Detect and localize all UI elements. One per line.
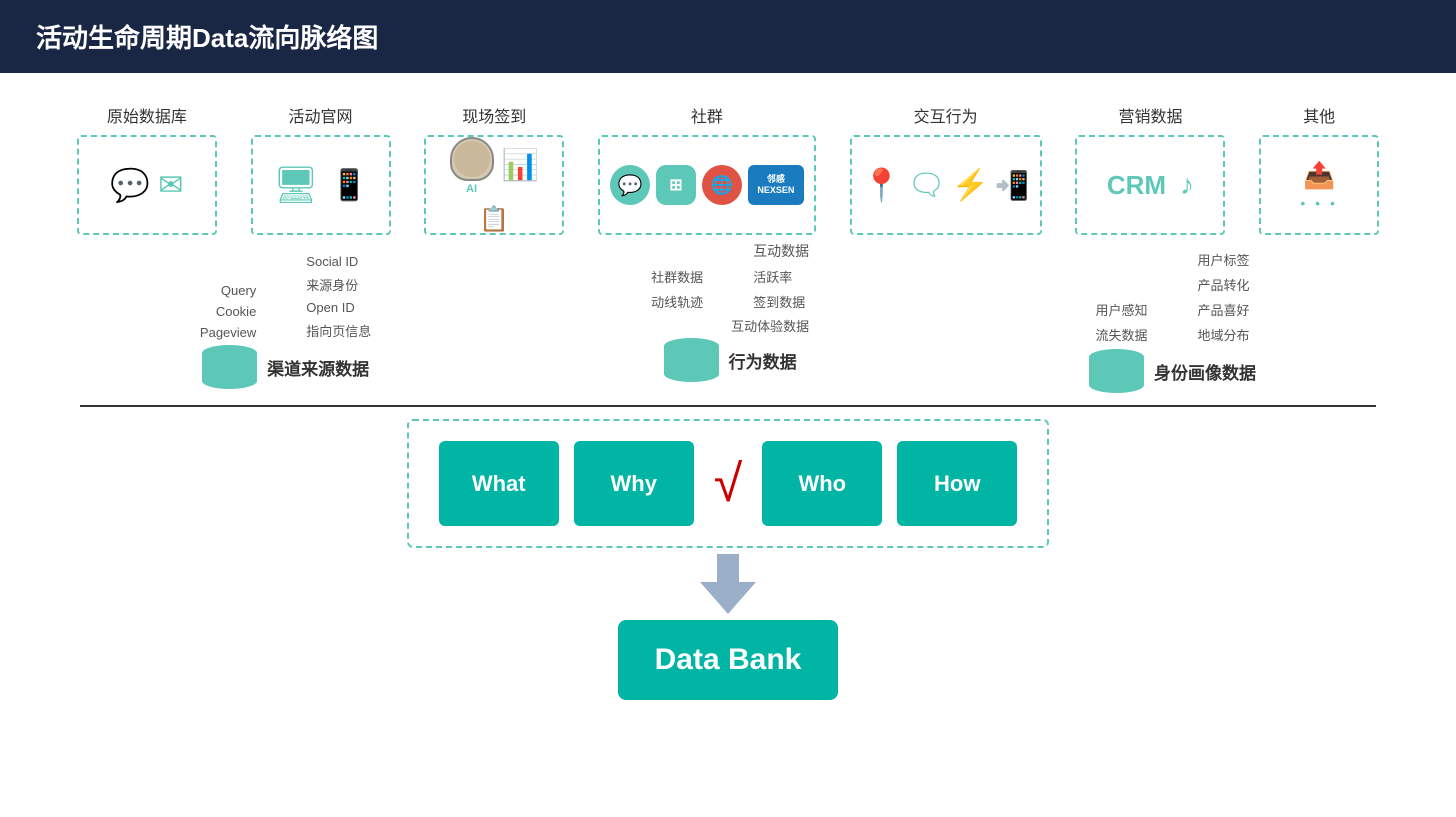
- db-shenfen: 用户感知 流失数据 用户标签 产品转化 产品喜好 地域分布 身份画像数据: [1089, 250, 1256, 393]
- sqrt-symbol: √: [714, 454, 743, 514]
- power-icon: ⚡: [952, 168, 989, 203]
- label-liushidata: 流失数据: [1096, 325, 1148, 344]
- databank-label: Data Bank: [655, 643, 802, 677]
- source-qita-label: 其他: [1303, 103, 1335, 127]
- source-yuanshi: 原始数据库 💬 ✉: [77, 103, 217, 235]
- chatbox-icon: 🗨: [907, 168, 945, 203]
- how-label: How: [934, 471, 980, 497]
- tiktok-icon: ♪: [1180, 169, 1194, 201]
- label-qiandaodata: 签到数据: [753, 292, 809, 311]
- wechat-icon: 💬: [610, 165, 650, 205]
- what-box[interactable]: What: [439, 441, 559, 526]
- source-guanwang: 活动官网 🖥 📱: [251, 103, 391, 235]
- label-hudong-experience: 互动体验数据: [651, 316, 809, 335]
- label-chanpinzhuanhua: 产品转化: [1198, 275, 1250, 294]
- db-shenfen-name: 身份画像数据: [1154, 359, 1256, 384]
- source-qita-box: 📤 • • •: [1259, 135, 1379, 235]
- scan-icon: 📲: [995, 169, 1030, 202]
- label-pageview: Pageview: [200, 325, 256, 340]
- db-qudao-name: 渠道来源数据: [267, 355, 369, 380]
- source-qiandao-label: 现场签到: [462, 103, 526, 127]
- source-jiaohu-label: 交互行为: [914, 103, 978, 127]
- chat-icon: 💬: [110, 166, 150, 204]
- label-cookie: Cookie: [200, 304, 256, 319]
- label-hudong: 互动数据: [753, 241, 809, 261]
- source-yuanshi-box: 💬 ✉: [77, 135, 217, 235]
- source-guanwang-label: 活动官网: [289, 103, 353, 127]
- source-guanwang-box: 🖥 📱: [251, 135, 391, 235]
- checklist-icon: 📋: [479, 205, 509, 234]
- cylinder-shenfen: [1089, 349, 1144, 393]
- arrow-shaft: [717, 554, 739, 582]
- divider-line: [80, 405, 1376, 407]
- source-jiaohu: 交互行为 📍 🗨 ⚡ 📲: [850, 103, 1042, 235]
- what-label: What: [472, 471, 526, 497]
- dots-icon: • • •: [1300, 195, 1337, 211]
- label-query: Query: [200, 283, 256, 298]
- bar-chart-icon: 📊: [502, 148, 539, 183]
- label-huoyuelv: 活跃率: [753, 267, 809, 286]
- bottom-section: What Why √ Who How Data Bank: [40, 419, 1416, 700]
- source-yingxiao-box: CRM ♪: [1075, 135, 1225, 235]
- label-laiyuanshenfen: 来源身份: [306, 275, 371, 294]
- source-yuanshi-label: 原始数据库: [107, 103, 187, 127]
- label-diyufen: 地域分布: [1198, 325, 1250, 344]
- cylinder-xingwei: [664, 338, 719, 382]
- monitor-icon: 🖥: [273, 164, 319, 206]
- source-qiandao-box: AI 📊 📋: [424, 135, 564, 235]
- mail-icon: ✉: [158, 168, 183, 203]
- weibo-icon: 🌐: [702, 165, 742, 205]
- source-qita: 其他 📤 • • •: [1259, 103, 1379, 235]
- db-qudao: Query Cookie Pageview Social ID 来源身份 Ope…: [200, 254, 371, 389]
- source-shequn: 社群 💬 ⊞ 🌐 邻感NEXSEN: [598, 103, 816, 235]
- source-yingxiao: 营销数据 CRM ♪: [1075, 103, 1225, 235]
- label-zhixiangyeinfo: 指向页信息: [306, 321, 371, 340]
- tablet-icon: 📱: [331, 168, 368, 203]
- arrow-head: [700, 582, 756, 614]
- db-xingwei: 社群数据 动线轨迹 互动数据 活跃率 签到数据 互动体验数据: [651, 261, 809, 382]
- who-label: Who: [798, 471, 846, 497]
- sources-row: 原始数据库 💬 ✉ 活动官网 🖥 📱 现场签到: [40, 103, 1416, 235]
- databases-row: Query Cookie Pageview Social ID 来源身份 Ope…: [40, 250, 1416, 393]
- label-openid: Open ID: [306, 300, 371, 315]
- source-qiandao: 现场签到 AI 📊 📋: [424, 103, 564, 235]
- db-xingwei-name: 行为数据: [729, 348, 797, 373]
- ai-label: AI: [466, 183, 477, 195]
- nexsen-icon: 邻感NEXSEN: [748, 165, 804, 205]
- label-yonghuganchi: 用户感知: [1096, 300, 1148, 319]
- source-shequn-label: 社群: [691, 103, 723, 127]
- source-shequn-box: 💬 ⊞ 🌐 邻感NEXSEN: [598, 135, 816, 235]
- label-shequndata: 社群数据: [651, 267, 703, 286]
- arrow-down-container: [700, 554, 756, 614]
- source-jiaohu-box: 📍 🗨 ⚡ 📲: [850, 135, 1042, 235]
- label-socialid: Social ID: [306, 254, 371, 269]
- page-title: 活动生命周期Data流向脉络图: [36, 23, 378, 53]
- phone-share-icon: 📤: [1303, 160, 1335, 191]
- location-icon: 📍: [862, 166, 902, 204]
- databank-box[interactable]: Data Bank: [618, 620, 838, 700]
- why-box[interactable]: Why: [574, 441, 694, 526]
- label-chanpinxihao: 产品喜好: [1198, 300, 1250, 319]
- page-header: 活动生命周期Data流向脉络图: [0, 0, 1456, 73]
- how-box[interactable]: How: [897, 441, 1017, 526]
- crm-icon: CRM: [1107, 170, 1166, 201]
- label-yonghubiaogian: 用户标签: [1198, 250, 1250, 269]
- label-dongxian: 动线轨迹: [651, 292, 703, 311]
- why-label: Why: [610, 471, 656, 497]
- source-yingxiao-label: 营销数据: [1118, 103, 1182, 127]
- who-box[interactable]: Who: [762, 441, 882, 526]
- cylinder-qudao: [202, 345, 257, 389]
- miniprogram-icon: ⊞: [656, 165, 696, 205]
- analysis-container: What Why √ Who How: [407, 419, 1050, 548]
- main-content: 原始数据库 💬 ✉ 活动官网 🖥 📱 现场签到: [0, 73, 1456, 720]
